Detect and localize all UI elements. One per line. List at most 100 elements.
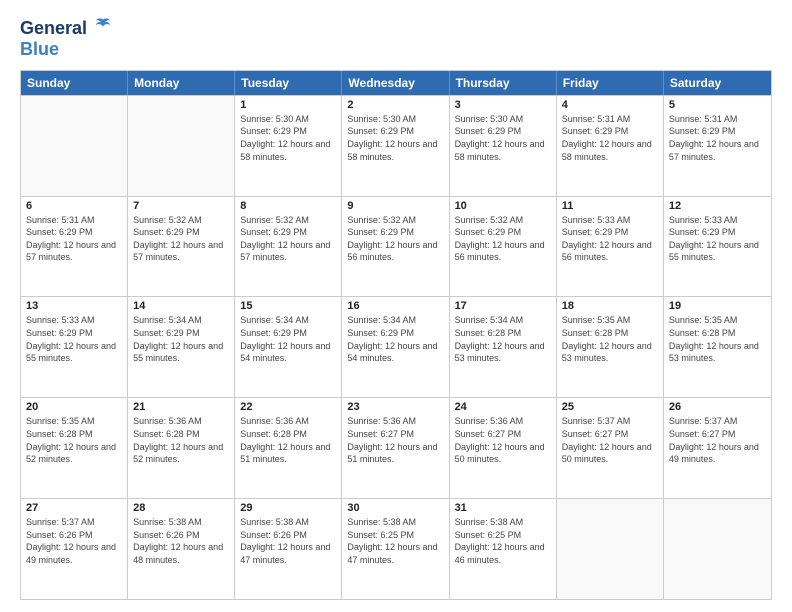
cal-cell-2-3: 8 Sunrise: 5:32 AM Sunset: 6:29 PM Daylig… bbox=[235, 197, 342, 297]
day-number: 27 bbox=[26, 502, 122, 514]
day-number: 20 bbox=[26, 401, 122, 413]
cal-cell-2-2: 7 Sunrise: 5:32 AM Sunset: 6:29 PM Daylig… bbox=[128, 197, 235, 297]
week-row-5: 27 Sunrise: 5:37 AM Sunset: 6:26 PM Dayli… bbox=[21, 498, 771, 599]
cell-info: Sunrise: 5:36 AM Sunset: 6:27 PM Dayligh… bbox=[455, 415, 551, 465]
day-number: 5 bbox=[669, 99, 766, 111]
day-number: 29 bbox=[240, 502, 336, 514]
cal-cell-1-6: 4Sunrise: 5:31 AM Sunset: 6:29 PM Daylig… bbox=[557, 96, 664, 196]
cell-info: Sunrise: 5:37 AM Sunset: 6:27 PM Dayligh… bbox=[562, 415, 658, 465]
cell-info: Sunrise: 5:38 AM Sunset: 6:25 PM Dayligh… bbox=[455, 516, 551, 566]
cal-cell-4-4: 23 Sunrise: 5:36 AM Sunset: 6:27 PM Dayli… bbox=[342, 398, 449, 498]
day-number: 31 bbox=[455, 502, 551, 514]
cal-cell-2-4: 9Sunrise: 5:32 AM Sunset: 6:29 PM Daylig… bbox=[342, 197, 449, 297]
cal-cell-4-5: 24 Sunrise: 5:36 AM Sunset: 6:27 PM Dayli… bbox=[450, 398, 557, 498]
cal-cell-3-1: 13Sunrise: 5:33 AM Sunset: 6:29 PM Dayli… bbox=[21, 297, 128, 397]
day-number: 2 bbox=[347, 99, 443, 111]
cal-cell-2-5: 10Sunrise: 5:32 AM Sunset: 6:29 PM Dayli… bbox=[450, 197, 557, 297]
page: General Blue SundayMondayTuesdayWednesda… bbox=[0, 0, 792, 612]
day-number: 21 bbox=[133, 401, 229, 413]
day-number: 25 bbox=[562, 401, 658, 413]
cell-info: Sunrise: 5:33 AM Sunset: 6:29 PM Dayligh… bbox=[669, 214, 766, 264]
week-row-3: 13Sunrise: 5:33 AM Sunset: 6:29 PM Dayli… bbox=[21, 296, 771, 397]
cal-cell-3-3: 15Sunrise: 5:34 AM Sunset: 6:29 PM Dayli… bbox=[235, 297, 342, 397]
cal-cell-5-1: 27 Sunrise: 5:37 AM Sunset: 6:26 PM Dayli… bbox=[21, 499, 128, 599]
cal-cell-1-4: 2 Sunrise: 5:30 AM Sunset: 6:29 PM Daylig… bbox=[342, 96, 449, 196]
cell-info: Sunrise: 5:38 AM Sunset: 6:26 PM Dayligh… bbox=[240, 516, 336, 566]
cal-cell-3-5: 17 Sunrise: 5:34 AM Sunset: 6:28 PM Dayli… bbox=[450, 297, 557, 397]
cell-info: Sunrise: 5:36 AM Sunset: 6:28 PM Dayligh… bbox=[133, 415, 229, 465]
cal-cell-3-7: 19 Sunrise: 5:35 AM Sunset: 6:28 PM Dayli… bbox=[664, 297, 771, 397]
header-day-sunday: Sunday bbox=[21, 71, 128, 95]
header-day-friday: Friday bbox=[557, 71, 664, 95]
header-day-monday: Monday bbox=[128, 71, 235, 95]
header-day-wednesday: Wednesday bbox=[342, 71, 449, 95]
cell-info: Sunrise: 5:36 AM Sunset: 6:27 PM Dayligh… bbox=[347, 415, 443, 465]
cal-cell-4-6: 25 Sunrise: 5:37 AM Sunset: 6:27 PM Dayli… bbox=[557, 398, 664, 498]
cell-info: Sunrise: 5:30 AM Sunset: 6:29 PM Dayligh… bbox=[347, 113, 443, 163]
cal-cell-2-6: 11 Sunrise: 5:33 AM Sunset: 6:29 PM Dayli… bbox=[557, 197, 664, 297]
cal-cell-3-2: 14 Sunrise: 5:34 AM Sunset: 6:29 PM Dayli… bbox=[128, 297, 235, 397]
cal-cell-2-7: 12 Sunrise: 5:33 AM Sunset: 6:29 PM Dayli… bbox=[664, 197, 771, 297]
cal-cell-4-1: 20 Sunrise: 5:35 AM Sunset: 6:28 PM Dayli… bbox=[21, 398, 128, 498]
day-number: 26 bbox=[669, 401, 766, 413]
cell-info: Sunrise: 5:38 AM Sunset: 6:25 PM Dayligh… bbox=[347, 516, 443, 566]
day-number: 19 bbox=[669, 300, 766, 312]
cell-info: Sunrise: 5:34 AM Sunset: 6:29 PM Dayligh… bbox=[133, 314, 229, 364]
cell-info: Sunrise: 5:31 AM Sunset: 6:29 PM Dayligh… bbox=[669, 113, 766, 163]
day-number: 24 bbox=[455, 401, 551, 413]
day-number: 1 bbox=[240, 99, 336, 111]
cell-info: Sunrise: 5:36 AM Sunset: 6:28 PM Dayligh… bbox=[240, 415, 336, 465]
logo-blue: Blue bbox=[20, 39, 112, 60]
cell-info: Sunrise: 5:35 AM Sunset: 6:28 PM Dayligh… bbox=[26, 415, 122, 465]
cal-cell-1-1 bbox=[21, 96, 128, 196]
header-day-tuesday: Tuesday bbox=[235, 71, 342, 95]
cal-cell-3-6: 18Sunrise: 5:35 AM Sunset: 6:28 PM Dayli… bbox=[557, 297, 664, 397]
week-row-4: 20 Sunrise: 5:35 AM Sunset: 6:28 PM Dayli… bbox=[21, 397, 771, 498]
cal-cell-1-7: 5 Sunrise: 5:31 AM Sunset: 6:29 PM Daylig… bbox=[664, 96, 771, 196]
cell-info: Sunrise: 5:32 AM Sunset: 6:29 PM Dayligh… bbox=[133, 214, 229, 264]
header-day-saturday: Saturday bbox=[664, 71, 771, 95]
cal-cell-5-3: 29 Sunrise: 5:38 AM Sunset: 6:26 PM Dayli… bbox=[235, 499, 342, 599]
cell-info: Sunrise: 5:34 AM Sunset: 6:29 PM Dayligh… bbox=[240, 314, 336, 364]
day-number: 12 bbox=[669, 200, 766, 212]
logo-text: General bbox=[20, 16, 112, 39]
cell-info: Sunrise: 5:34 AM Sunset: 6:29 PM Dayligh… bbox=[347, 314, 443, 364]
logo: General Blue bbox=[20, 16, 112, 60]
day-number: 7 bbox=[133, 200, 229, 212]
calendar: SundayMondayTuesdayWednesdayThursdayFrid… bbox=[20, 70, 772, 600]
cal-cell-2-1: 6 Sunrise: 5:31 AM Sunset: 6:29 PM Daylig… bbox=[21, 197, 128, 297]
cell-info: Sunrise: 5:30 AM Sunset: 6:29 PM Dayligh… bbox=[455, 113, 551, 163]
day-number: 3 bbox=[455, 99, 551, 111]
calendar-body: 1 Sunrise: 5:30 AM Sunset: 6:29 PM Daylig… bbox=[21, 95, 771, 599]
week-row-2: 6 Sunrise: 5:31 AM Sunset: 6:29 PM Daylig… bbox=[21, 196, 771, 297]
cal-cell-4-7: 26 Sunrise: 5:37 AM Sunset: 6:27 PM Dayli… bbox=[664, 398, 771, 498]
cell-info: Sunrise: 5:35 AM Sunset: 6:28 PM Dayligh… bbox=[669, 314, 766, 364]
day-number: 8 bbox=[240, 200, 336, 212]
day-number: 23 bbox=[347, 401, 443, 413]
day-number: 30 bbox=[347, 502, 443, 514]
cell-info: Sunrise: 5:32 AM Sunset: 6:29 PM Dayligh… bbox=[240, 214, 336, 264]
cal-cell-5-2: 28Sunrise: 5:38 AM Sunset: 6:26 PM Dayli… bbox=[128, 499, 235, 599]
cell-info: Sunrise: 5:31 AM Sunset: 6:29 PM Dayligh… bbox=[26, 214, 122, 264]
cal-cell-5-4: 30 Sunrise: 5:38 AM Sunset: 6:25 PM Dayli… bbox=[342, 499, 449, 599]
cell-info: Sunrise: 5:34 AM Sunset: 6:28 PM Dayligh… bbox=[455, 314, 551, 364]
cell-info: Sunrise: 5:33 AM Sunset: 6:29 PM Dayligh… bbox=[562, 214, 658, 264]
cal-cell-1-5: 3 Sunrise: 5:30 AM Sunset: 6:29 PM Daylig… bbox=[450, 96, 557, 196]
cell-info: Sunrise: 5:37 AM Sunset: 6:26 PM Dayligh… bbox=[26, 516, 122, 566]
cal-cell-4-2: 21 Sunrise: 5:36 AM Sunset: 6:28 PM Dayli… bbox=[128, 398, 235, 498]
cell-info: Sunrise: 5:38 AM Sunset: 6:26 PM Dayligh… bbox=[133, 516, 229, 566]
cell-info: Sunrise: 5:32 AM Sunset: 6:29 PM Dayligh… bbox=[455, 214, 551, 264]
cal-cell-5-6 bbox=[557, 499, 664, 599]
calendar-header: SundayMondayTuesdayWednesdayThursdayFrid… bbox=[21, 71, 771, 95]
day-number: 6 bbox=[26, 200, 122, 212]
day-number: 22 bbox=[240, 401, 336, 413]
header: General Blue bbox=[20, 16, 772, 60]
day-number: 17 bbox=[455, 300, 551, 312]
cell-info: Sunrise: 5:35 AM Sunset: 6:28 PM Dayligh… bbox=[562, 314, 658, 364]
cell-info: Sunrise: 5:37 AM Sunset: 6:27 PM Dayligh… bbox=[669, 415, 766, 465]
day-number: 11 bbox=[562, 200, 658, 212]
day-number: 16 bbox=[347, 300, 443, 312]
header-day-thursday: Thursday bbox=[450, 71, 557, 95]
day-number: 14 bbox=[133, 300, 229, 312]
cal-cell-5-7 bbox=[664, 499, 771, 599]
